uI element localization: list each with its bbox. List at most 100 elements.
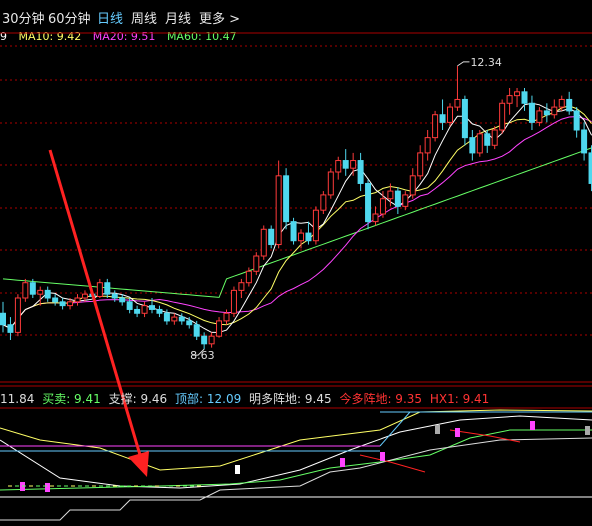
candle-body (432, 114, 439, 139)
candle-body (335, 160, 342, 173)
candle-body (208, 335, 215, 345)
candle-body (327, 171, 334, 196)
candle-body (67, 301, 74, 307)
ind-tomorrow-long: 明多阵地: 9.45 (249, 392, 332, 406)
candle-body (506, 95, 513, 104)
candle-body (149, 305, 155, 310)
ind-marker (530, 421, 535, 430)
candle-body (484, 133, 491, 146)
candle-body (186, 320, 193, 326)
candle-body (37, 289, 44, 295)
candle-body (573, 110, 580, 131)
candle-body (350, 160, 357, 169)
ind-marker (235, 465, 240, 474)
candle-body (44, 289, 51, 299)
ind-hx1: HX1: 9.41 (429, 392, 490, 406)
candle-body (499, 102, 506, 131)
ind-marker (435, 425, 440, 434)
candle-body (163, 312, 170, 322)
low-price-label: 8.63 (190, 349, 215, 362)
candle-body (514, 91, 521, 97)
candle-body (298, 232, 304, 242)
candle-body (379, 198, 386, 215)
ind-marker (340, 458, 345, 467)
candle-body (558, 98, 565, 108)
candle-body (439, 114, 446, 123)
candle-body (238, 282, 245, 291)
candle-body (357, 160, 364, 184)
candle-body (283, 175, 290, 223)
candle-body (126, 301, 133, 310)
candle-body (491, 129, 498, 146)
candle-body (260, 228, 267, 257)
candle-body (566, 98, 573, 112)
candle-body (387, 190, 394, 200)
candle-body (454, 98, 461, 108)
candle-body (543, 110, 550, 116)
candle-body (268, 228, 275, 246)
candle-body (81, 293, 88, 299)
candle-body (372, 213, 379, 223)
candle-body (193, 324, 200, 337)
candle-body (134, 308, 141, 314)
ind-white-line (0, 415, 592, 489)
candle-body (74, 297, 81, 303)
candle-body (551, 106, 558, 116)
kline-chart[interactable]: 12.34 8.63 (0, 0, 592, 526)
candle-body (230, 289, 237, 314)
candle-body (409, 175, 416, 196)
candle-body (275, 175, 282, 246)
ind-today-long: 今多阵地: 9.35 (339, 392, 423, 406)
candle-body (14, 297, 21, 333)
candle-body (290, 221, 297, 242)
ind-marker (455, 428, 460, 437)
candle-body (29, 282, 36, 295)
red-arrow-head (128, 451, 149, 477)
candle-body (365, 182, 372, 223)
candle-body (312, 209, 319, 242)
ind-marker (585, 426, 590, 435)
candle-body (7, 324, 14, 333)
high-price-leader (457, 61, 470, 67)
candle-body (424, 137, 431, 154)
candle-body (305, 232, 312, 242)
candle-body (216, 320, 223, 337)
ind-top: 顶部: 12.09 (175, 392, 242, 406)
candle-body (253, 255, 260, 272)
candle-body (178, 316, 185, 322)
candle-body (536, 110, 543, 123)
candle-body (111, 293, 118, 299)
candle-body (342, 160, 349, 169)
candle-body (22, 282, 29, 299)
ind-step-line (0, 437, 592, 521)
candle-body (104, 282, 111, 295)
chart-grid (0, 32, 592, 498)
ind-marker (380, 452, 385, 461)
candle-body (417, 152, 424, 177)
candle-body (0, 312, 6, 326)
ind-value: 11.84 (0, 392, 35, 406)
candle-body (223, 312, 230, 322)
ma5-polyline (2, 102, 592, 333)
candle-body (581, 129, 588, 154)
candle-body (201, 335, 208, 345)
candle-body (59, 301, 66, 307)
candle-body (171, 316, 178, 322)
ind-support: 支撑: 9.46 (108, 392, 168, 406)
ind-red-line-2 (449, 429, 521, 443)
candle-body (521, 91, 528, 104)
indicator-panel (0, 409, 592, 521)
high-price-label: 12.34 (470, 56, 502, 69)
ind-buy-sell: 买卖: 9.41 (42, 392, 101, 406)
candle-body (461, 98, 468, 139)
indicator-legend: 11.84 买卖: 9.41 支撑: 9.46 顶部: 12.09 明多阵地: … (0, 390, 493, 407)
candle-body (528, 102, 535, 123)
candle-body (156, 308, 163, 314)
candle-body (469, 137, 476, 154)
candle-body (402, 194, 409, 207)
candle-body (476, 133, 483, 154)
candle-body (141, 305, 148, 314)
candle-body (447, 106, 453, 123)
candle-body (52, 297, 59, 303)
ind-marker (45, 483, 50, 492)
